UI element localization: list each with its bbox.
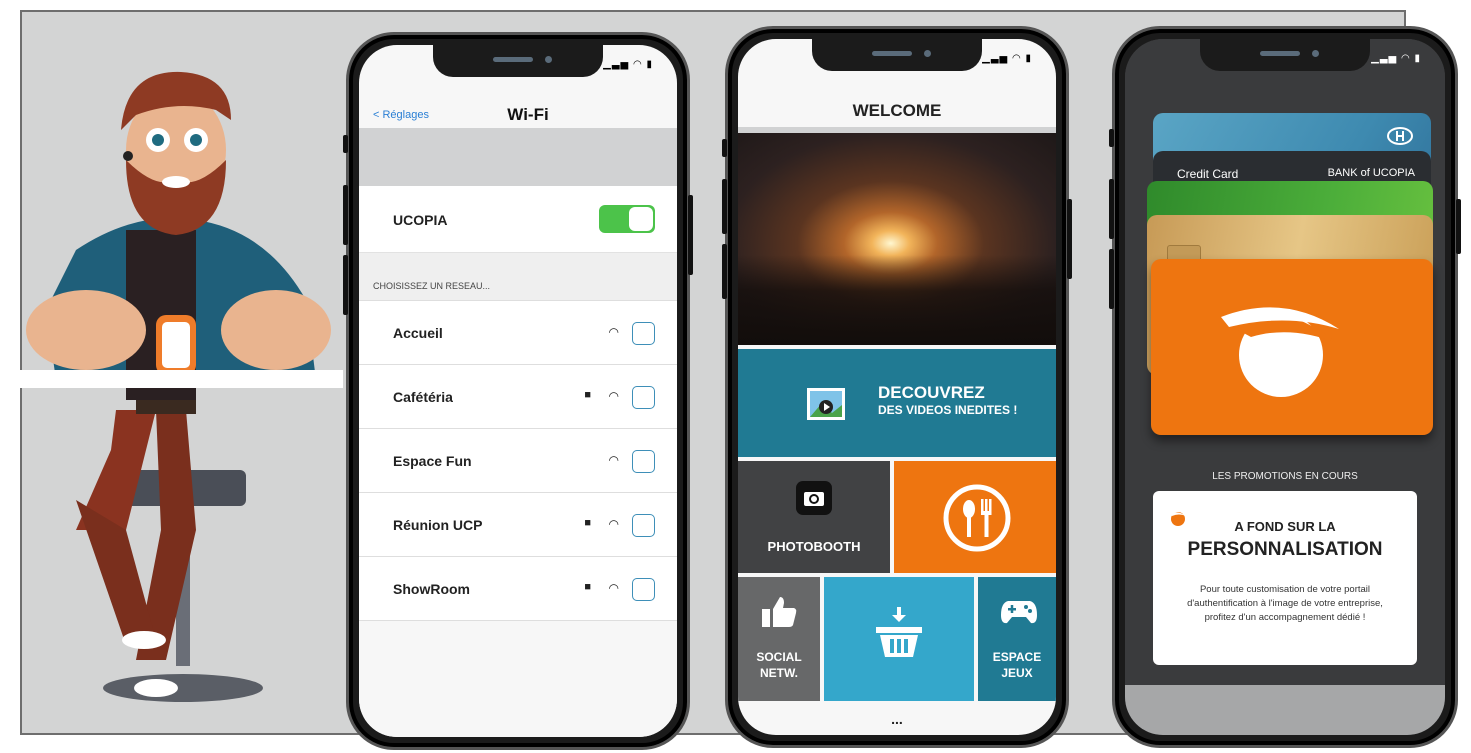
card-orange[interactable] — [1151, 259, 1433, 435]
stage: ▁▃▅ ◠ ▮ < Réglages Wi-Fi UCOPIA CHOISISS… — [0, 0, 1471, 753]
games-label: ESPACE JEUX — [978, 649, 1056, 681]
spacer-band — [359, 128, 677, 186]
shopping-tile[interactable] — [824, 577, 974, 701]
network-checkbox[interactable] — [632, 386, 655, 409]
social-tile[interactable]: SOCIAL NETW. — [738, 577, 820, 701]
promotions-header: LES PROMOTIONS EN COURS — [1212, 471, 1358, 482]
phone-notch — [433, 45, 603, 77]
wifi-signal-icon: ◠ — [608, 517, 619, 531]
network-row[interactable]: Espace Fun ◠ — [359, 428, 677, 493]
counter-surface — [18, 370, 343, 388]
network-name: ShowRoom — [393, 581, 470, 597]
network-name: Réunion UCP — [393, 517, 483, 533]
toggle-knob — [629, 207, 653, 231]
phone-screen: ▁▃▅ ◠ ▮ Credit Card BANK of UCOPIA LES P… — [1125, 39, 1445, 735]
section-header: CHOISISSEZ UN RESEAU... — [373, 281, 491, 291]
phone-portal: ▁▃▅ ◠ ▮ WELCOME DECOUVREZ DES VIDEOS INE… — [722, 26, 1072, 748]
status-bar-icons: ▁▃▅ ◠ ▮ — [982, 53, 1032, 64]
promotion-card[interactable]: A FOND SUR LA PERSONNALISATION Pour tout… — [1153, 491, 1417, 665]
fork-spoon-icon — [943, 484, 1011, 552]
videos-subtitle: DES VIDEOS INEDITES ! — [878, 403, 1018, 417]
page-title: WELCOME — [852, 101, 942, 120]
card-type-label: Credit Card — [1177, 167, 1239, 181]
video-picture-icon — [807, 388, 845, 420]
games-label-line2: JEUX — [1001, 666, 1033, 680]
section-header-bg — [359, 253, 677, 301]
network-name: Accueil — [393, 325, 443, 341]
phone-side-button — [1067, 199, 1072, 279]
lock-icon: ■ — [584, 389, 591, 401]
phone-side-button — [1109, 129, 1114, 147]
videos-title: DECOUVREZ — [878, 383, 985, 402]
social-label: SOCIAL NETW. — [738, 649, 820, 681]
network-row[interactable]: ShowRoom ■ ◠ — [359, 556, 677, 621]
phone-side-button — [343, 255, 348, 315]
phone-notch — [812, 39, 982, 71]
restaurant-tile[interactable] — [894, 461, 1056, 573]
phone-screen: ▁▃▅ ◠ ▮ WELCOME DECOUVREZ DES VIDEOS INE… — [738, 39, 1056, 735]
phone-side-button — [722, 244, 727, 299]
basket-download-icon — [876, 607, 922, 657]
photobooth-label: PHOTOBOOTH — [767, 539, 861, 554]
videos-tile[interactable]: DECOUVREZ DES VIDEOS INEDITES ! — [738, 349, 1056, 457]
concert-hero-image[interactable] — [738, 133, 1056, 345]
phone-side-button — [722, 139, 727, 157]
bank-name-label: BANK of UCOPIA — [1327, 167, 1415, 179]
promo-body: Pour toute customisation de votre portai… — [1187, 584, 1383, 623]
camera-icon — [796, 481, 832, 515]
wifi-signal-icon: ◠ — [608, 325, 619, 339]
network-row[interactable]: Accueil ◠ — [359, 300, 677, 365]
brand-logo-icon — [1221, 307, 1339, 397]
promo-heading: A FOND SUR LA — [1234, 519, 1336, 534]
status-bar-icons: ▁▃▅ ◠ ▮ — [603, 59, 653, 70]
lock-icon: ■ — [584, 581, 591, 593]
phone-side-button — [1109, 179, 1114, 239]
phone-side-button — [1109, 249, 1114, 309]
phone-screen: ▁▃▅ ◠ ▮ < Réglages Wi-Fi UCOPIA CHOISISS… — [359, 45, 677, 737]
crowd-silhouette — [738, 255, 1056, 345]
games-label-line1: ESPACE — [992, 650, 1042, 664]
network-checkbox[interactable] — [632, 578, 655, 601]
empty-area — [359, 627, 677, 737]
phone-side-button — [722, 179, 727, 234]
phone-side-button — [688, 195, 693, 275]
games-tile[interactable]: ESPACE JEUX — [978, 577, 1056, 701]
wifi-toggle-row: UCOPIA — [359, 186, 677, 253]
network-checkbox[interactable] — [632, 450, 655, 473]
wifi-signal-icon: ◠ — [608, 453, 619, 467]
network-name: Espace Fun — [393, 453, 472, 469]
wifi-signal-icon: ◠ — [608, 581, 619, 595]
more-button[interactable]: ... — [738, 711, 1056, 727]
photobooth-tile[interactable]: PHOTOBOOTH — [738, 461, 890, 573]
network-checkbox[interactable] — [632, 322, 655, 345]
social-label-line2: NETW. — [760, 666, 798, 680]
social-label-line1: SOCIAL — [756, 650, 802, 664]
page-title: Wi-Fi — [507, 105, 549, 124]
hotel-logo-icon — [1387, 127, 1413, 145]
phone-wallet: ▁▃▅ ◠ ▮ Credit Card BANK of UCOPIA LES P… — [1109, 26, 1461, 748]
network-name: Cafétéria — [393, 389, 453, 405]
bottom-area — [1125, 685, 1445, 735]
status-bar-icons: ▁▃▅ ◠ ▮ — [1371, 53, 1421, 64]
phone-side-button — [343, 135, 348, 153]
wifi-network-label: UCOPIA — [393, 212, 448, 228]
network-list: Accueil ◠ Cafétéria ■ ◠ Espace Fun ◠ Réu… — [359, 300, 677, 621]
network-row[interactable]: Réunion UCP ■ ◠ — [359, 492, 677, 557]
phone-notch — [1200, 39, 1370, 71]
promo-title: PERSONNALISATION — [1187, 539, 1383, 560]
phone-side-button — [343, 185, 348, 245]
network-checkbox[interactable] — [632, 514, 655, 537]
gamepad-icon — [1001, 601, 1037, 624]
thumbs-up-icon — [762, 597, 797, 627]
wifi-toggle[interactable] — [599, 205, 655, 233]
phone-wifi: ▁▃▅ ◠ ▮ < Réglages Wi-Fi UCOPIA CHOISISS… — [343, 32, 693, 750]
wifi-signal-icon: ◠ — [608, 389, 619, 403]
phone-side-button — [1456, 199, 1461, 254]
lock-icon: ■ — [584, 517, 591, 529]
network-row[interactable]: Cafétéria ■ ◠ — [359, 364, 677, 429]
